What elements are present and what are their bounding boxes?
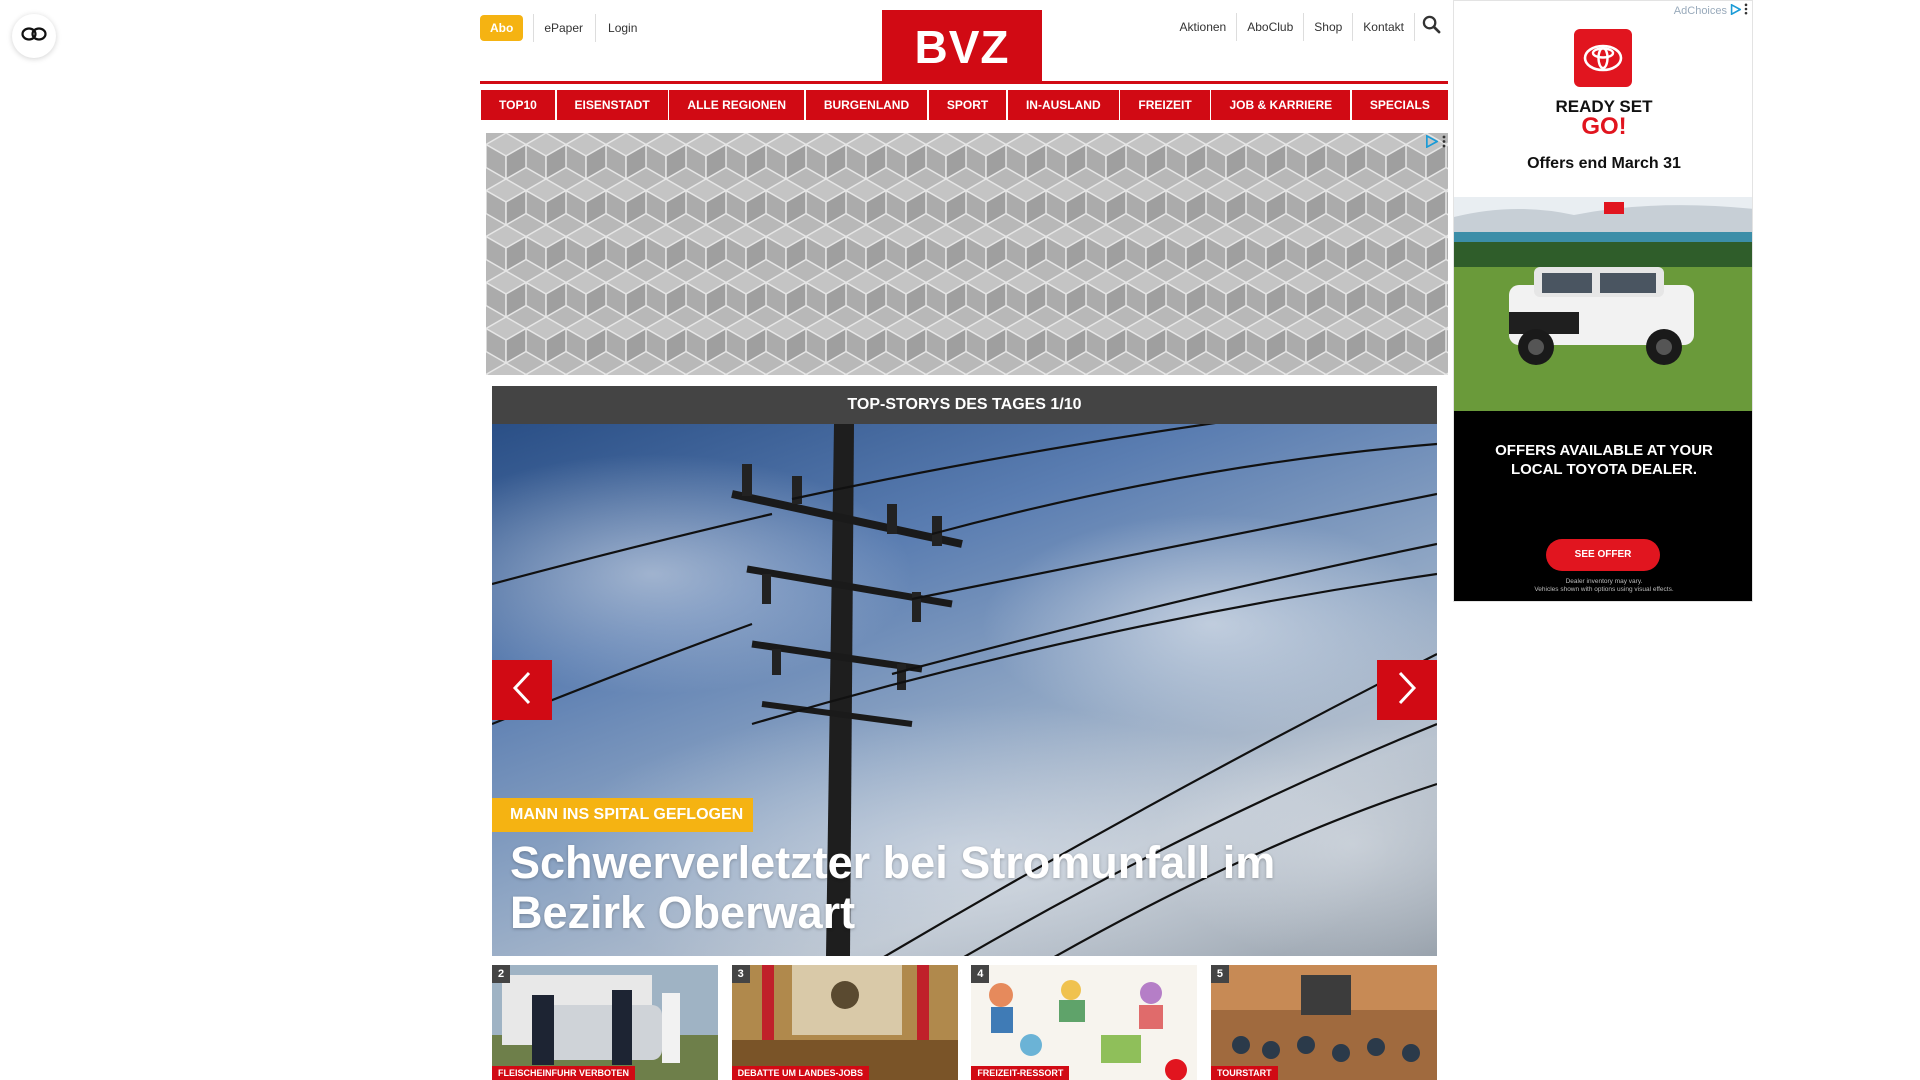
top-stories-slider: TOP-STORYS DES TAGES 1/10 MANN INS SPITA… [492,386,1437,956]
thumbnail-number: 4 [971,965,990,983]
toyota-logo-icon [1574,29,1632,87]
header-divider [480,81,1448,84]
aktionen-link[interactable]: Aktionen [1170,13,1237,41]
slider-next-button[interactable] [1377,660,1437,720]
thumbnail-story-4[interactable]: 4 FREIZEIT-RESSORT [971,965,1198,1080]
slide-featured-story[interactable]: MANN INS SPITAL GEFLOGEN Schwerverletzte… [492,424,1437,956]
nav-item-job-karriere[interactable]: JOB & KARRIERE [1211,90,1351,120]
nav-item-burgenland[interactable]: BURGENLAND [805,90,928,120]
thumbnail-image [492,965,718,1080]
ad-offers-end: Offers end March 31 [1527,155,1681,172]
banner-ad[interactable] [486,133,1448,375]
main-navigation: TOP10 EISENSTADT ALLE REGIONEN BURGENLAN… [481,90,1448,120]
epaper-link[interactable]: ePaper [533,14,595,42]
ad-menu-icon [1442,135,1446,153]
side-ad-toyota[interactable]: AdChoices READY SET GO! Offers end March… [1453,0,1753,602]
thumbnail-tag: DEBATTE UM LANDES-JOBS [731,1066,869,1080]
chevron-right-icon [1396,670,1418,711]
ad-disclaimer-line-1: Dealer inventory may vary. [1565,578,1643,585]
story-kicker: MANN INS SPITAL GEFLOGEN [492,798,754,832]
slider-header: TOP-STORYS DES TAGES 1/10 [492,386,1437,424]
aboclub-link[interactable]: AboClub [1236,13,1303,41]
thumbnail-tag: FREIZEIT-RESSORT [971,1066,1070,1080]
thumbnail-story-5[interactable]: 5 TOURSTART [1210,965,1437,1080]
nav-item-specials[interactable]: SPECIALS [1351,90,1448,120]
reader-mode-icon [21,26,47,47]
ad-offers-local: OFFERS AVAILABLE AT YOUR LOCAL TOYOTA DE… [1495,442,1713,478]
ad-menu-icon [1744,3,1748,18]
kontakt-link[interactable]: Kontakt [1352,13,1414,41]
thumbnail-image [731,965,958,1080]
nav-item-eisenstadt[interactable]: EISENSTADT [556,90,668,120]
thumbnail-story-2[interactable]: 2 FLEISCHEINFUHR VERBOTEN [492,965,718,1080]
search-button[interactable] [1414,13,1448,41]
ad-disclaimer: Dealer inventory may vary. Vehicles show… [1454,578,1752,594]
story-headline[interactable]: Schwerverletzter bei Stromunfall im Bezi… [510,838,1370,938]
nav-item-sport[interactable]: SPORT [928,90,1007,120]
ad-black-panel: OFFERS AVAILABLE AT YOUR LOCAL TOYOTA DE… [1454,411,1752,601]
utility-links-right: Aktionen AboClub Shop Kontakt [1170,13,1448,41]
slider-prev-button[interactable] [492,660,552,720]
thumbnail-tag: FLEISCHEINFUHR VERBOTEN [492,1066,636,1080]
chevron-left-icon [511,670,533,711]
see-offer-button[interactable]: SEE OFFER [1546,539,1660,571]
search-icon [1422,15,1441,39]
ad-go-text: GO! [1581,113,1627,140]
ad-choices-label[interactable]: AdChoices [1673,2,1748,18]
thumbnail-story-3[interactable]: 3 DEBATTE UM LANDES-JOBS [731,965,958,1080]
thumbnail-number: 3 [731,965,750,983]
shop-link[interactable]: Shop [1303,13,1352,41]
thumbnail-number: 5 [1210,965,1229,983]
abo-button[interactable]: Abo [480,15,524,41]
ad-choices-icon [1730,2,1742,18]
ad-choices-icon [1425,134,1439,153]
nav-item-top10[interactable]: TOP10 [481,90,555,120]
ad-car-image [1454,197,1752,411]
ad-choices-text: AdChoices [1673,4,1727,17]
thumbnail-image [1210,965,1437,1080]
login-link[interactable]: Login [595,14,649,42]
nav-item-alle-regionen[interactable]: ALLE REGIONEN [669,90,805,120]
utility-links-left: Abo ePaper Login [480,14,649,42]
nav-item-freizeit[interactable]: FREIZEIT [1120,90,1210,120]
thumbnail-number: 2 [492,965,510,983]
story-thumbnails: 2 FLEISCHEINFUHR VERBOTEN 3 DEBATTE UM L… [492,965,1437,1080]
ad-choices-control[interactable] [1425,134,1446,153]
ad-disclaimer-line-2: Vehicles shown with options using visual… [1534,586,1674,593]
cube-pattern [486,133,1448,375]
reader-mode-button[interactable] [12,14,56,58]
nav-item-in-ausland[interactable]: IN-AUSLAND [1007,90,1119,120]
bvz-logo[interactable]: BVZ [882,10,1042,84]
thumbnail-image [971,965,1198,1080]
thumbnail-tag: TOURSTART [1210,1066,1278,1080]
